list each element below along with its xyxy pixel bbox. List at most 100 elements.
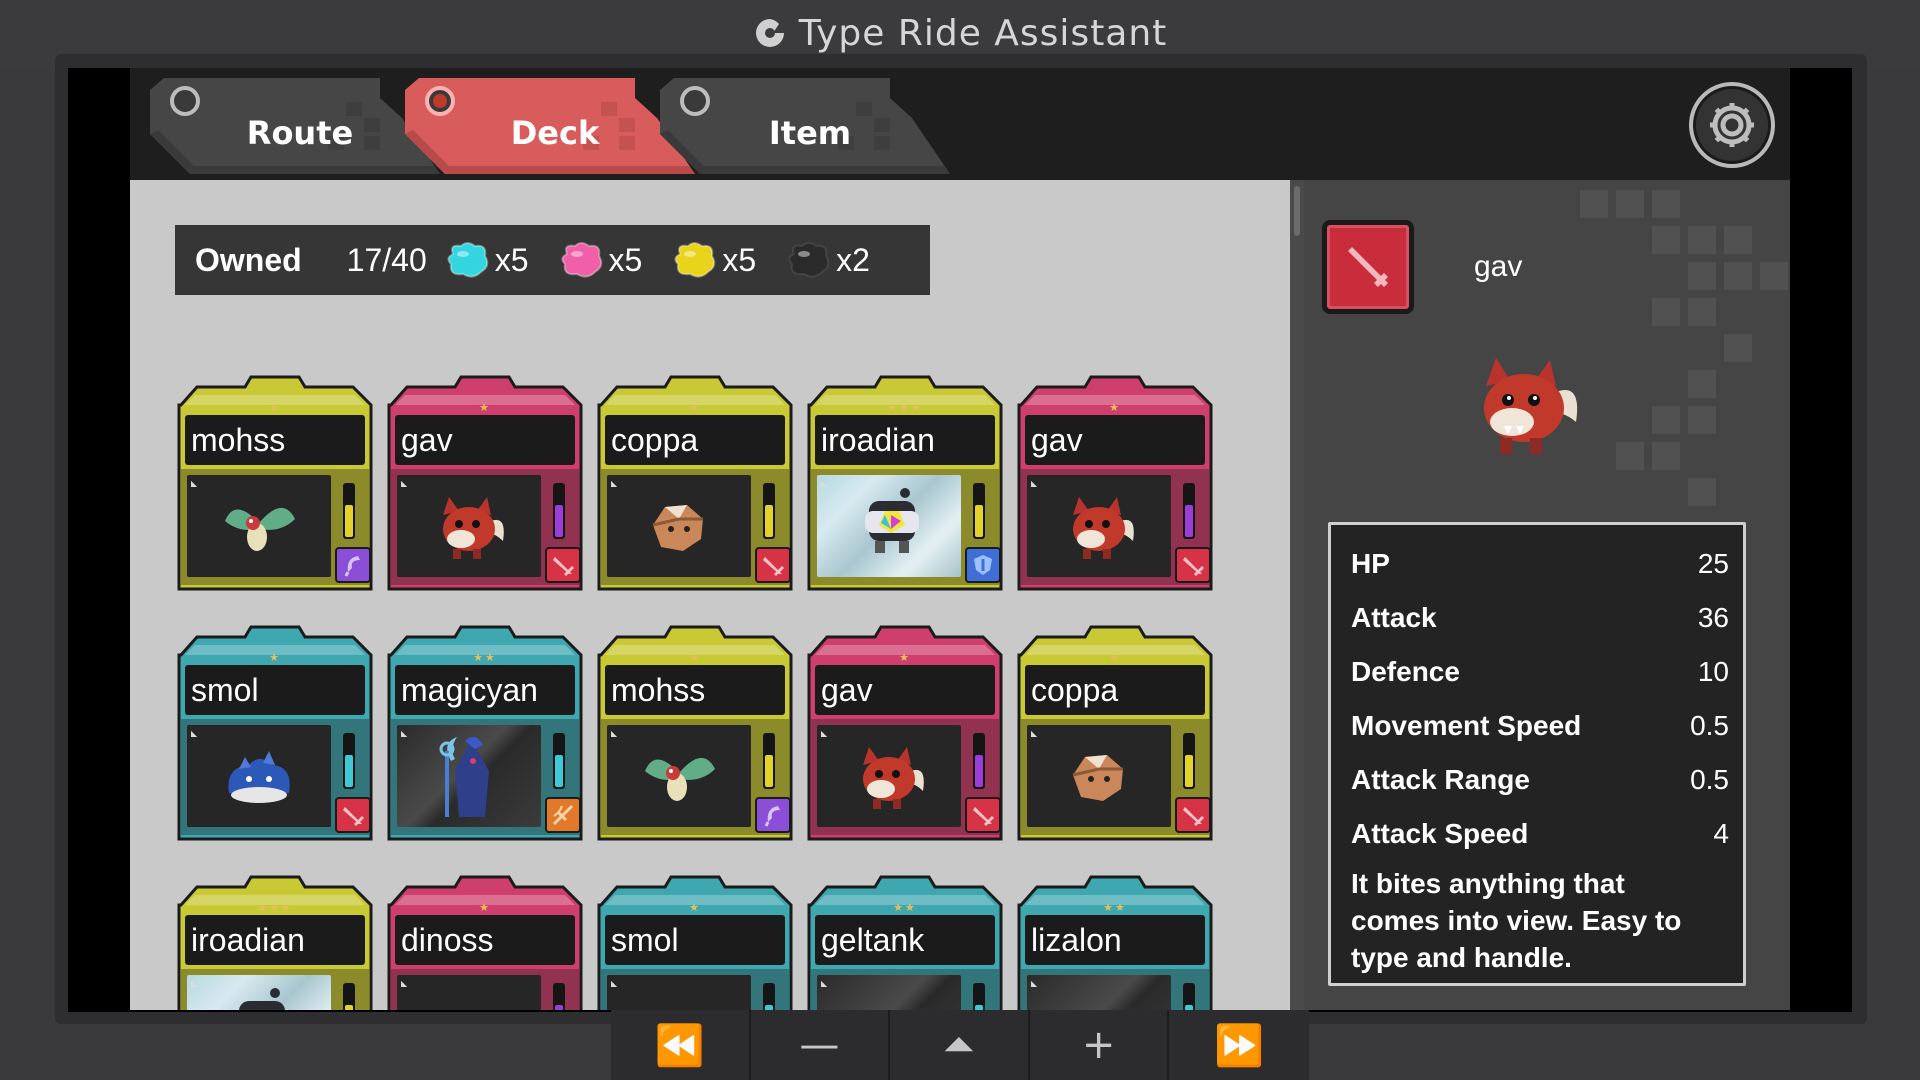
- home-button[interactable]: ⏶: [890, 1010, 1030, 1080]
- tab-route[interactable]: Route: [150, 78, 440, 174]
- lead-marker-icon: ◣: [191, 729, 198, 738]
- creature-card[interactable]: ★ dinoss ◣: [385, 875, 585, 1010]
- card-stars: ★★: [1103, 901, 1127, 914]
- card-art: [1027, 475, 1171, 577]
- panel-scrollbar[interactable]: [1290, 180, 1304, 1010]
- card-art: [397, 975, 541, 1010]
- rewind-button[interactable]: ⏪: [611, 1010, 751, 1080]
- energy-bar: [973, 483, 985, 539]
- lead-marker-icon: ◣: [401, 979, 408, 988]
- creature-card[interactable]: ★ mohss ◣: [175, 375, 375, 593]
- type-badge-icon: [335, 547, 371, 583]
- creature-card[interactable]: ★ coppa ◣: [1015, 625, 1215, 843]
- creature-card[interactable]: ★ gav ◣: [1015, 375, 1215, 593]
- stat-label: Attack Range: [1351, 764, 1530, 795]
- stat-label: Attack: [1351, 602, 1437, 633]
- type-badge-icon: [965, 797, 1001, 833]
- lead-marker-icon: ◣: [821, 979, 828, 988]
- card-name: smol: [605, 915, 785, 965]
- card-stars: ★: [689, 901, 701, 914]
- card-art: [817, 725, 961, 827]
- type-badge-icon: [545, 547, 581, 583]
- creature-card[interactable]: ★★ lizalon ◣: [1015, 875, 1215, 1010]
- energy-bar: [553, 733, 565, 789]
- energy-bar: [1183, 733, 1195, 789]
- tab-indicator-icon: [425, 86, 455, 116]
- card-stars: ★★: [893, 901, 917, 914]
- settings-button[interactable]: [1689, 82, 1775, 168]
- card-stars: ★★★: [887, 401, 923, 414]
- stat-value: 10: [1697, 656, 1729, 687]
- card-art: [397, 725, 541, 827]
- tab-indicator-icon: [170, 86, 200, 116]
- card-name: mohss: [605, 665, 785, 715]
- creature-card[interactable]: ★★★ iroadian ◣: [805, 375, 1005, 593]
- background-pattern: [1580, 190, 1788, 506]
- card-stars: ★★★: [257, 901, 293, 914]
- creature-card[interactable]: ★★★ iroadian ◣: [175, 875, 375, 1010]
- stat-row: Defence 10: [1351, 645, 1729, 699]
- card-name: dinoss: [395, 915, 575, 965]
- card-art: [187, 475, 331, 577]
- card-art: [607, 975, 751, 1010]
- lead-marker-icon: ◣: [821, 479, 828, 488]
- lead-marker-icon: ◣: [611, 979, 618, 988]
- card-art: [817, 475, 961, 577]
- energy-bar: [343, 983, 355, 1010]
- yellow-gem-icon: [674, 242, 716, 278]
- lead-marker-icon: ◣: [191, 979, 198, 988]
- card-name: gav: [1025, 415, 1205, 465]
- plus-button[interactable]: +: [1029, 1010, 1170, 1080]
- tab-label: Item: [768, 114, 852, 152]
- gem-count: x2: [836, 241, 870, 278]
- creature-card[interactable]: ★★ magicyan ◣: [385, 625, 585, 843]
- gem-count: x5: [494, 241, 529, 278]
- type-badge-icon: [755, 547, 791, 583]
- creature-description: It bites anything that comes into view. …: [1351, 868, 1682, 973]
- card-name: gav: [395, 415, 575, 465]
- deck-panel: Owned 17/40 x5 x5 x5 x2 ★ mohss ◣ ★ gav ◣ ★ coppa ◣…: [130, 180, 1290, 1010]
- creature-card[interactable]: ★ smol ◣: [595, 875, 795, 1010]
- sword-icon: [1348, 247, 1388, 287]
- stat-label: HP: [1351, 548, 1390, 579]
- cyan-gem-icon: [447, 242, 488, 278]
- rewind-icon: ⏪: [654, 1022, 705, 1069]
- gem-counter: x5: [445, 240, 529, 280]
- stat-label: Attack Speed: [1351, 818, 1529, 849]
- card-art: [1027, 975, 1171, 1010]
- lead-marker-icon: ◣: [191, 479, 198, 488]
- energy-bar: [763, 733, 775, 789]
- stats-box: HP 25 Attack 36 Defence 10 Movement Speed 0.5 At…: [1328, 522, 1746, 986]
- lead-marker-icon: ◣: [611, 479, 618, 488]
- creature-card[interactable]: ★ smol ◣: [175, 625, 375, 843]
- tab-item[interactable]: Item: [660, 78, 950, 174]
- creature-card[interactable]: ★ gav ◣: [805, 625, 1005, 843]
- card-art: [607, 475, 751, 577]
- card-stars: ★: [689, 401, 701, 414]
- scrollbar-thumb[interactable]: [1294, 186, 1300, 236]
- energy-bar: [763, 983, 775, 1010]
- creature-card[interactable]: ★ gav ◣: [385, 375, 585, 593]
- card-name: mohss: [185, 415, 365, 465]
- card-art: [187, 975, 331, 1010]
- card-name: iroadian: [185, 915, 365, 965]
- tab-indicator-icon: [680, 86, 710, 116]
- lead-marker-icon: ◣: [821, 729, 828, 738]
- fast-forward-button[interactable]: ⏩: [1169, 1010, 1309, 1080]
- creature-card[interactable]: ★ mohss ◣: [595, 625, 795, 843]
- gem-counter: x2: [786, 240, 870, 280]
- stat-row: Attack Range 0.5: [1351, 753, 1729, 807]
- card-art: [607, 725, 751, 827]
- creature-card[interactable]: ★★ geltank ◣: [805, 875, 1005, 1010]
- gear-icon: [1710, 103, 1754, 147]
- card-stars: ★: [1109, 651, 1121, 664]
- card-name: coppa: [1025, 665, 1205, 715]
- app-logo-icon: [755, 19, 784, 47]
- minus-button[interactable]: —: [750, 1010, 891, 1080]
- energy-bar: [973, 983, 985, 1010]
- card-stars: ★★: [473, 651, 497, 664]
- black-gem-icon: [788, 242, 830, 278]
- type-badge-icon: [755, 797, 791, 833]
- creature-card[interactable]: ★ coppa ◣: [595, 375, 795, 593]
- tab-deck[interactable]: Deck: [405, 78, 695, 174]
